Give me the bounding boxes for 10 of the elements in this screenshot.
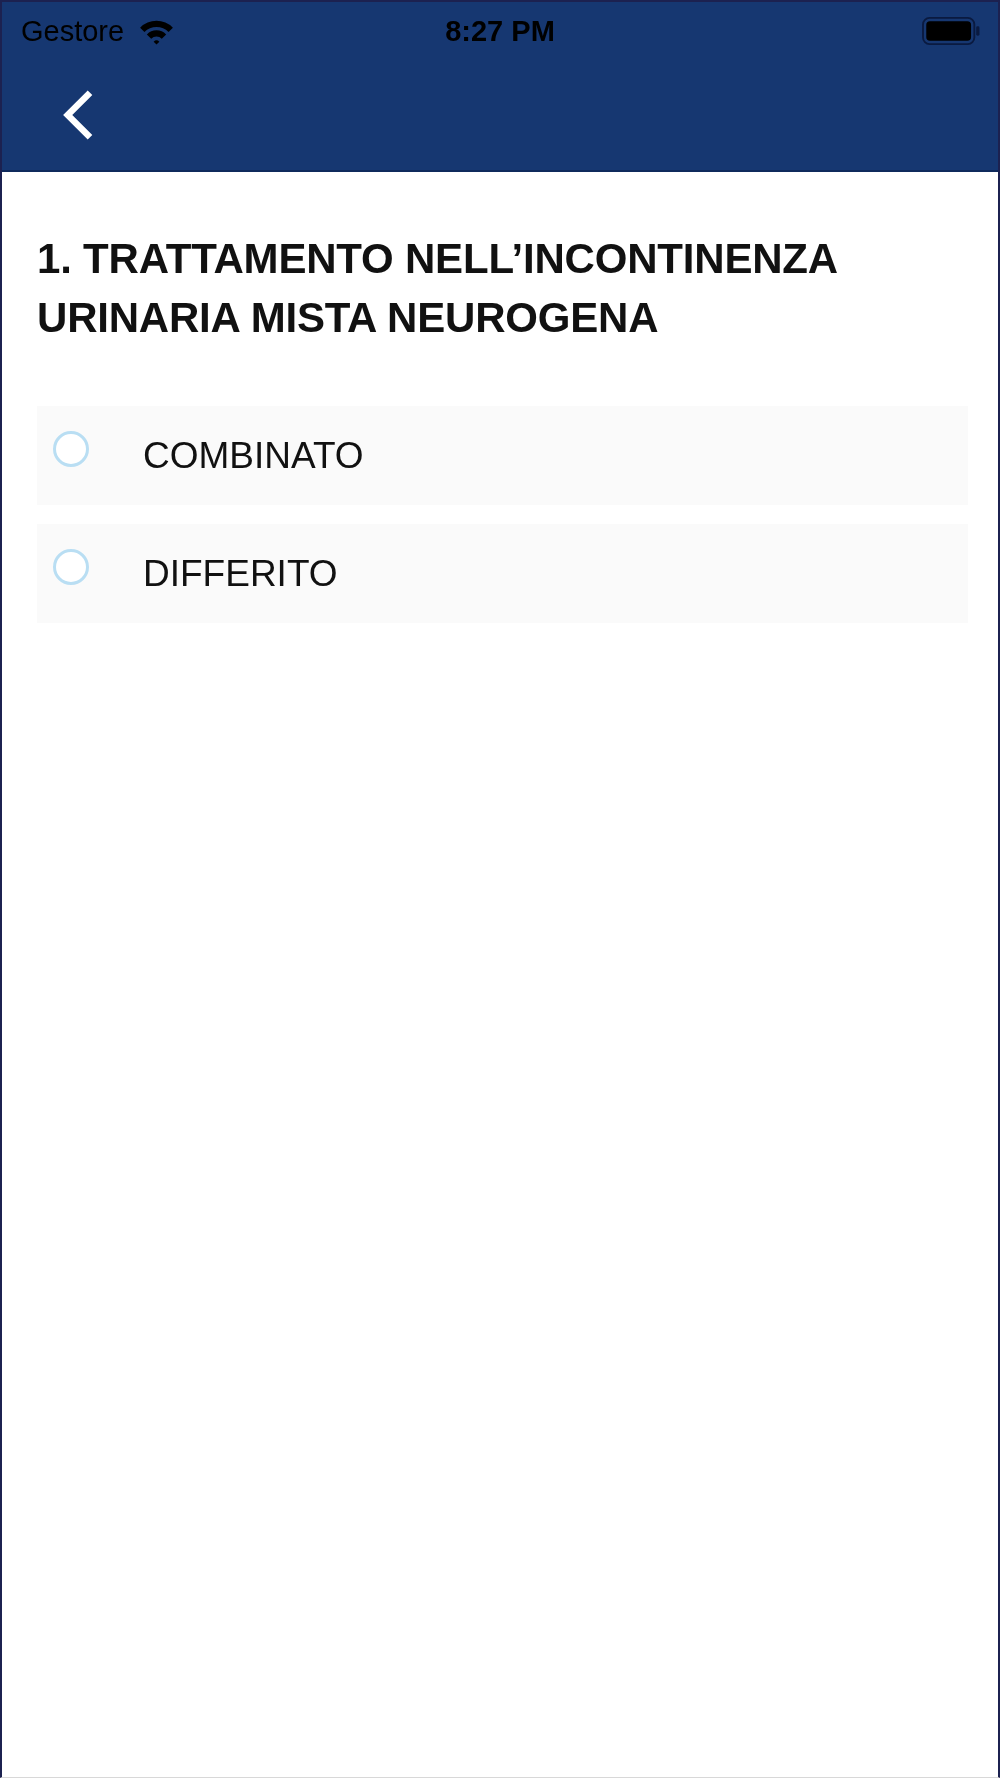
- answer-option[interactable]: COMBINATO: [37, 406, 968, 505]
- carrier-name: Gestore: [21, 14, 125, 48]
- option-label: DIFFERITO: [143, 552, 338, 595]
- answer-option[interactable]: DIFFERITO: [37, 524, 968, 623]
- battery-icon: [922, 17, 980, 45]
- question-title: 1. TRATTAMENTO NELL’INCONTINENZA URINARIA MISTA NEUROGENA: [37, 234, 838, 343]
- option-label: COMBINATO: [143, 434, 364, 477]
- status-time: 8:27 PM: [445, 14, 555, 48]
- radio-button[interactable]: [53, 549, 89, 585]
- radio-button[interactable]: [53, 431, 89, 467]
